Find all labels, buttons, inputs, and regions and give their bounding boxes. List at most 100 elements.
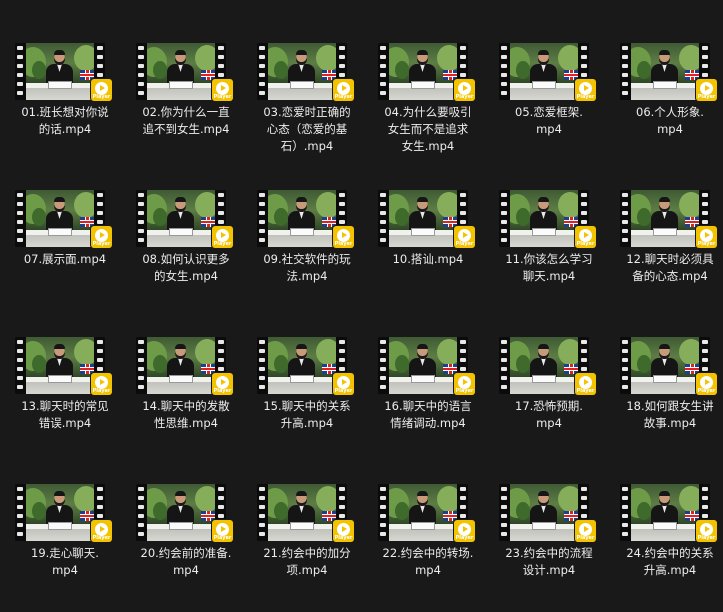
file-name-line: 08.如何认识更多	[142, 252, 230, 266]
video-frame-preview	[147, 43, 215, 100]
film-sprocket-strip	[499, 484, 509, 541]
film-sprocket-strip	[499, 337, 509, 394]
film-sprocket-strip	[136, 484, 146, 541]
file-name-line: 石）.mp4	[280, 139, 334, 153]
file-name-line: 24.约会中的关系	[626, 546, 714, 560]
file-item-video[interactable]: Player 18.如何跟女生讲 故事.mp4	[615, 335, 723, 465]
file-name-line: 17.恐怖预期.	[515, 399, 583, 413]
file-name-label: 21.约会中的加分 项.mp4	[252, 545, 362, 579]
file-item-video[interactable]: Player 03.恋爱时正确的 心态（恋爱的基 石）.mp4	[252, 41, 362, 171]
film-sprocket-strip	[257, 43, 267, 100]
player-badge-label: Player	[455, 388, 474, 394]
file-item-video[interactable]: Player 06.个人形象. mp4	[615, 41, 723, 171]
player-app-icon: Player	[454, 520, 475, 542]
file-name-line: 05.恋爱框架.	[515, 105, 583, 119]
file-name-line: 聊天.mp4	[522, 269, 576, 283]
player-badge-label: Player	[334, 241, 353, 247]
player-app-icon: Player	[91, 520, 112, 542]
video-frame-preview	[631, 484, 699, 541]
player-app-icon: Player	[333, 373, 354, 395]
file-name-label: 14.聊天中的发散 性思维.mp4	[131, 398, 241, 432]
file-name-line: mp4	[536, 416, 562, 430]
file-name-line: 错误.mp4	[38, 416, 92, 430]
file-name-line: 22.约会中的转场.	[382, 546, 474, 560]
film-sprocket-strip	[15, 484, 25, 541]
file-name-line: 11.你该怎么学习	[505, 252, 593, 266]
file-name-label: 20.约会前的准备. mp4	[131, 545, 241, 579]
file-item-video[interactable]: Player 21.约会中的加分 项.mp4	[252, 482, 362, 612]
player-badge-label: Player	[697, 94, 716, 100]
file-name-line: 02.你为什么一直	[142, 105, 230, 119]
file-item-video[interactable]: Player 04.为什么要吸引 女生而不是追求 女生.mp4	[373, 41, 483, 171]
video-frame-preview	[631, 337, 699, 394]
player-badge-label: Player	[576, 94, 595, 100]
file-name-label: 08.如何认识更多 的女生.mp4	[131, 251, 241, 285]
player-app-icon: Player	[696, 373, 717, 395]
file-item-video[interactable]: Player 07.展示面.mp4	[10, 188, 120, 318]
film-sprocket-strip	[15, 190, 25, 247]
file-name-line: 09.社交软件的玩	[263, 252, 351, 266]
video-frame-preview	[147, 190, 215, 247]
video-frame-preview	[147, 484, 215, 541]
file-item-video[interactable]: Player 20.约会前的准备. mp4	[131, 482, 241, 612]
file-name-line: 升高.mp4	[280, 416, 334, 430]
file-name-label: 15.聊天中的关系 升高.mp4	[252, 398, 362, 432]
file-name-line: mp4	[536, 122, 562, 136]
file-item-video[interactable]: Player 12.聊天时必须具 备的心态.mp4	[615, 188, 723, 318]
film-sprocket-strip	[136, 337, 146, 394]
file-item-video[interactable]: Player 16.聊天中的语言 情绪调动.mp4	[373, 335, 483, 465]
file-name-label: 19.走心聊天. mp4	[10, 545, 120, 579]
file-name-line: 23.约会中的流程	[505, 546, 593, 560]
file-name-line: 法.mp4	[286, 269, 328, 283]
file-name-label: 10.搭讪.mp4	[373, 251, 483, 268]
file-item-video[interactable]: Player 11.你该怎么学习 聊天.mp4	[494, 188, 604, 318]
player-app-icon: Player	[575, 226, 596, 248]
player-app-icon: Player	[91, 373, 112, 395]
file-name-line: 的话.mp4	[38, 122, 92, 136]
file-item-video[interactable]: Player 01.班长想对你说 的话.mp4	[10, 41, 120, 171]
video-frame-preview	[510, 337, 578, 394]
player-badge-label: Player	[213, 388, 232, 394]
video-frame-preview	[147, 337, 215, 394]
player-app-icon: Player	[454, 373, 475, 395]
video-frame-preview	[26, 190, 94, 247]
file-item-video[interactable]: Player 23.约会中的流程 设计.mp4	[494, 482, 604, 612]
film-sprocket-strip	[378, 484, 388, 541]
player-badge-label: Player	[334, 94, 353, 100]
video-frame-preview	[510, 484, 578, 541]
player-badge-label: Player	[697, 535, 716, 541]
file-item-video[interactable]: Player 13.聊天时的常见 错误.mp4	[10, 335, 120, 465]
file-item-video[interactable]: Player 02.你为什么一直 追不到女生.mp4	[131, 41, 241, 171]
player-app-icon: Player	[575, 79, 596, 101]
player-app-icon: Player	[696, 226, 717, 248]
file-name-line: 03.恋爱时正确的	[263, 105, 351, 119]
player-badge-label: Player	[697, 241, 716, 247]
video-frame-preview	[26, 484, 94, 541]
file-item-video[interactable]: Player 19.走心聊天. mp4	[10, 482, 120, 612]
file-item-video[interactable]: Player 10.搭讪.mp4	[373, 188, 483, 318]
file-name-line: 备的心态.mp4	[632, 269, 708, 283]
film-sprocket-strip	[620, 484, 630, 541]
file-name-label: 06.个人形象. mp4	[615, 104, 723, 138]
file-name-label: 07.展示面.mp4	[10, 251, 120, 268]
file-item-video[interactable]: Player 08.如何认识更多 的女生.mp4	[131, 188, 241, 318]
file-name-label: 18.如何跟女生讲 故事.mp4	[615, 398, 723, 432]
video-frame-preview	[631, 190, 699, 247]
file-item-video[interactable]: Player 09.社交软件的玩 法.mp4	[252, 188, 362, 318]
file-name-label: 23.约会中的流程 设计.mp4	[494, 545, 604, 579]
file-item-video[interactable]: Player 17.恐怖预期. mp4	[494, 335, 604, 465]
player-badge-label: Player	[92, 535, 111, 541]
video-frame-preview	[268, 43, 336, 100]
player-app-icon: Player	[91, 79, 112, 101]
file-name-line: 的女生.mp4	[154, 269, 218, 283]
file-item-video[interactable]: Player 15.聊天中的关系 升高.mp4	[252, 335, 362, 465]
player-badge-label: Player	[213, 94, 232, 100]
file-name-line: 04.为什么要吸引	[384, 105, 472, 119]
file-item-video[interactable]: Player 05.恋爱框架. mp4	[494, 41, 604, 171]
player-badge-label: Player	[576, 241, 595, 247]
file-item-video[interactable]: Player 14.聊天中的发散 性思维.mp4	[131, 335, 241, 465]
file-name-label: 05.恋爱框架. mp4	[494, 104, 604, 138]
file-item-video[interactable]: Player 22.约会中的转场. mp4	[373, 482, 483, 612]
file-item-video[interactable]: Player 24.约会中的关系 升高.mp4	[615, 482, 723, 612]
player-badge-label: Player	[92, 94, 111, 100]
